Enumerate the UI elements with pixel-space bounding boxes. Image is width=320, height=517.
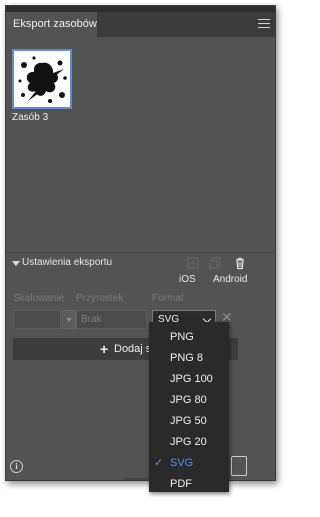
asset-export-panel: Eksport zasobów Zasób 3 Ustawienia ekspo… xyxy=(5,5,276,481)
format-column-label: Format xyxy=(152,293,184,304)
checkmark-icon: ✓ xyxy=(154,457,164,469)
asset-thumbnail[interactable] xyxy=(12,49,72,109)
format-option-jpg80[interactable]: JPG 80 xyxy=(149,390,229,411)
asset-name: Zasób 3 xyxy=(12,112,49,123)
export-button[interactable] xyxy=(231,456,247,476)
format-dropdown-menu: PNG PNG 8 JPG 100 JPG 80 JPG 50 JPG 20 ✓… xyxy=(149,322,229,492)
format-option-png8[interactable]: PNG 8 xyxy=(149,348,229,369)
plus-icon: + xyxy=(100,341,109,357)
add-asset-icon[interactable] xyxy=(186,256,200,270)
export-settings-header[interactable]: Ustawienia eksportu xyxy=(6,255,275,273)
info-icon[interactable]: i xyxy=(10,460,23,473)
format-option-png[interactable]: PNG xyxy=(149,327,229,348)
ios-option[interactable]: iOS xyxy=(179,274,196,285)
hamburger-menu-icon[interactable] xyxy=(258,19,270,30)
duplicate-icon[interactable] xyxy=(208,256,222,270)
format-option-label: PDF xyxy=(170,478,192,490)
format-option-label: JPG 100 xyxy=(170,373,213,385)
ink-splat-image xyxy=(18,56,67,103)
suffix-input[interactable]: Brak xyxy=(76,310,147,329)
format-option-svg[interactable]: ✓ SVG xyxy=(149,453,229,474)
format-option-label: JPG 80 xyxy=(170,394,207,406)
panel-tab-bar: Eksport zasobów xyxy=(6,12,275,37)
suffix-column-label: Przyrostek xyxy=(76,293,124,304)
android-option[interactable]: Android xyxy=(213,274,247,285)
scale-input[interactable] xyxy=(13,310,61,329)
format-option-label: JPG 20 xyxy=(170,436,207,448)
asset-grid: Zasób 3 xyxy=(6,37,275,253)
format-option-jpg50[interactable]: JPG 50 xyxy=(149,411,229,432)
panel-footer: i xyxy=(6,452,275,480)
format-option-pdf[interactable]: PDF xyxy=(149,474,229,495)
tab-asset-export[interactable]: Eksport zasobów xyxy=(6,12,97,37)
format-option-label: PNG 8 xyxy=(170,352,204,364)
format-option-label: PNG xyxy=(170,331,194,343)
format-option-label: JPG 50 xyxy=(170,415,207,427)
export-settings-label: Ustawienia eksportu xyxy=(22,257,113,268)
trash-icon[interactable] xyxy=(233,256,247,270)
scale-column-label: Skalowanie xyxy=(13,293,65,304)
scale-dropdown-button[interactable] xyxy=(62,310,76,329)
collapse-triangle-icon[interactable] xyxy=(12,261,20,266)
format-option-label: SVG xyxy=(170,457,194,469)
format-option-jpg100[interactable]: JPG 100 xyxy=(149,369,229,390)
format-option-jpg20[interactable]: JPG 20 xyxy=(149,432,229,453)
